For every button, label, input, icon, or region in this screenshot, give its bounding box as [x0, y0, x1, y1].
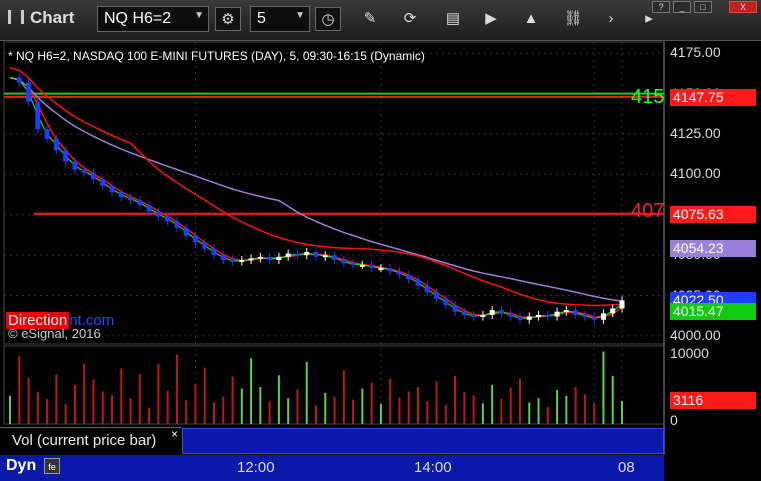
candle-body — [53, 138, 59, 151]
candle-body — [90, 172, 96, 180]
candle-body — [600, 313, 606, 320]
candle-body — [517, 316, 523, 320]
candle-body — [322, 255, 328, 258]
candle-body — [72, 161, 78, 170]
candle-body — [332, 255, 338, 261]
candle-body — [183, 227, 189, 236]
candle-body — [118, 192, 124, 198]
candle-body — [16, 77, 22, 83]
vol-axis-max: 10000 — [670, 345, 709, 361]
price-panel-frame — [3, 41, 665, 345]
candle-body — [192, 235, 198, 243]
candle-body — [44, 129, 50, 139]
fast-ma-line — [9, 76, 623, 319]
dynamic-label[interactable]: Dyn — [6, 457, 36, 475]
candle-body — [35, 101, 41, 130]
upper-band-line — [9, 67, 623, 307]
candle-body — [100, 179, 106, 186]
candle-body — [498, 310, 504, 314]
candle-body — [202, 242, 208, 249]
candle-body — [174, 221, 180, 228]
candle-body — [63, 150, 69, 162]
candle-body — [341, 260, 347, 264]
time-label-1400: 14:00 — [414, 459, 452, 476]
candle-body — [109, 185, 115, 193]
candle-body — [545, 314, 551, 317]
price-tick-label: 4175.00 — [670, 44, 721, 61]
vol-axis-min: 0 — [670, 412, 678, 428]
candle-body — [434, 292, 440, 299]
candle-body — [526, 316, 532, 320]
candle-body — [461, 311, 467, 315]
candle-body — [369, 264, 375, 269]
vol-last-value-tag: 3116 — [670, 392, 756, 409]
time-label-08: 08 — [618, 459, 635, 476]
candle-body — [480, 314, 486, 317]
chart-title: * NQ H6=2, NASDAQ 100 E-MINI FUTURES (DA… — [8, 49, 425, 63]
candle-body — [415, 279, 421, 286]
candle-body — [146, 205, 152, 212]
candle-body — [350, 263, 356, 266]
candle-body — [155, 211, 161, 217]
price-tick-label: 4125.00 — [670, 125, 721, 142]
candle-body — [610, 308, 616, 314]
candle-body — [257, 256, 263, 259]
candle-body — [619, 300, 625, 309]
price-tag: 4075.63 — [670, 205, 756, 223]
slow-ma-line — [9, 76, 623, 302]
candle-body — [554, 311, 560, 317]
candle-body — [230, 260, 236, 263]
panel-divider[interactable] — [182, 428, 664, 454]
candle-body — [285, 253, 291, 257]
candle-body — [137, 200, 143, 206]
candle-body — [443, 298, 449, 306]
price-tick-label: 4000.00 — [670, 326, 721, 343]
level-label-lower: 407 — [631, 200, 665, 222]
candle-body — [591, 316, 597, 320]
status-bar — [0, 455, 664, 481]
candle-body — [489, 310, 495, 315]
price-tag: 4054.23 — [670, 240, 756, 258]
candle-body — [211, 248, 217, 256]
candle-body — [378, 268, 384, 271]
candle-body — [220, 255, 226, 261]
candle-body — [313, 251, 319, 257]
candle-body — [563, 310, 569, 313]
candle-body — [396, 271, 402, 275]
candle-body — [276, 256, 282, 261]
candle-body — [239, 260, 245, 263]
candle-body — [128, 197, 134, 201]
candle-body — [248, 258, 254, 261]
candle-body — [304, 251, 310, 256]
time-label-1200: 12:00 — [237, 459, 275, 476]
candle-body — [424, 285, 430, 293]
candle-body — [508, 313, 514, 317]
candle-body — [406, 274, 412, 280]
candle-body — [267, 256, 273, 261]
candle-body — [294, 253, 300, 256]
volume-panel-label: Vol (current price bar) — [0, 427, 182, 454]
candle-body — [536, 314, 542, 317]
copyright: © eSignal, 2016 — [8, 326, 101, 341]
price-chart[interactable] — [0, 0, 761, 481]
price-tag: 4015.47 — [670, 302, 756, 320]
candle-body — [573, 310, 579, 315]
candle-body — [81, 169, 87, 173]
fe-icon[interactable]: fe — [44, 458, 60, 474]
price-tick-label: 4100.00 — [670, 165, 721, 182]
level-label-upper: 415 — [631, 86, 665, 108]
candle-body — [165, 216, 171, 222]
price-tag: 4147.75 — [670, 89, 756, 107]
candle-body — [387, 268, 393, 272]
close-icon[interactable]: × — [171, 427, 178, 441]
candle-body — [471, 314, 477, 317]
candle-body — [582, 314, 588, 317]
candle-body — [359, 264, 365, 267]
candle-body — [26, 82, 32, 102]
candle-body — [452, 305, 458, 312]
